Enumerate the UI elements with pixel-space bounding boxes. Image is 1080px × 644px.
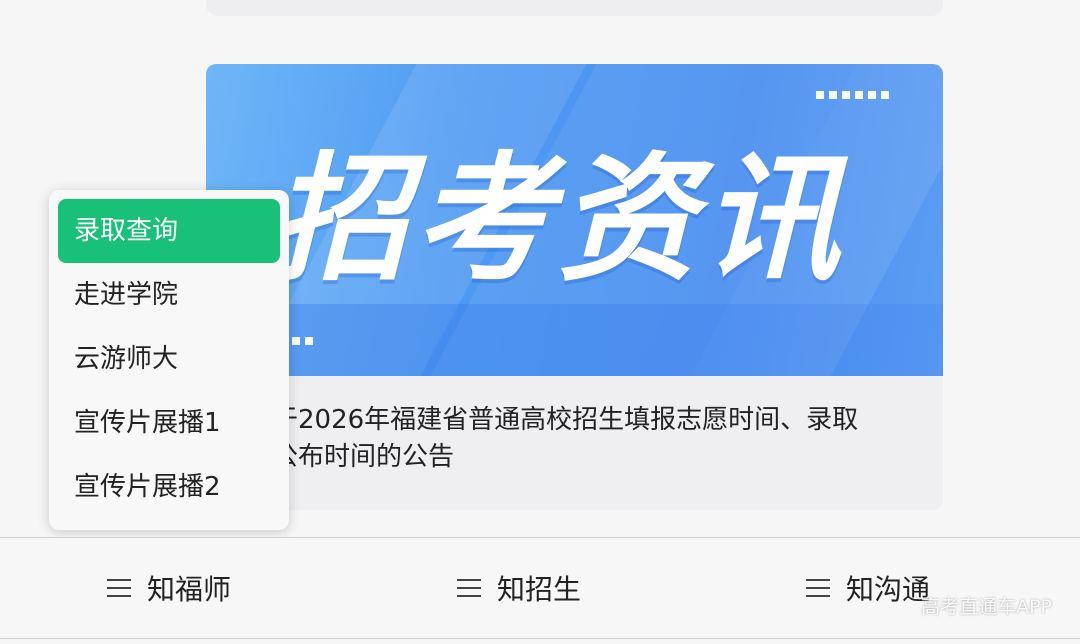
menu-item-virtual-tour[interactable]: 云游师大 [58, 327, 280, 391]
banner-decor-dots [816, 91, 889, 99]
watermark: 高考直通车APP [921, 596, 1052, 618]
nav-button-zhigoutong[interactable]: 知沟通 [806, 566, 930, 610]
nav-label: 知福师 [147, 573, 232, 606]
nav-button-zhifushi[interactable]: 知福师 [107, 566, 231, 610]
menu-item-admission-query[interactable]: 录取查询 [58, 199, 280, 263]
nav-label: 知招生 [497, 573, 582, 606]
menu-item-promo-video-2[interactable]: 宣传片展播2 [58, 455, 280, 519]
banner-decor-stripe [206, 304, 943, 376]
news-title[interactable]: 于2026年福建省普通高校招生填报志愿时间、录取 公布时间的公告 [272, 402, 912, 476]
menu-icon [457, 579, 481, 597]
news-card[interactable]: 招考资讯 于2026年福建省普通高校招生填报志愿时间、录取 公布时间的公告 [206, 64, 943, 510]
nav-label: 知沟通 [846, 573, 931, 606]
menu-item-promo-video-1[interactable]: 宣传片展播1 [58, 391, 280, 455]
bottom-nav-bar: 知福师 知招生 知沟通 [0, 537, 1080, 639]
news-title-line: 于2026年福建省普通高校招生填报志愿时间、录取 [272, 405, 859, 435]
menu-item-visit-college[interactable]: 走进学院 [58, 263, 280, 327]
banner-title: 招考资讯 [270, 139, 847, 300]
news-title-line: 公布时间的公告 [272, 442, 455, 472]
menu-icon [806, 579, 830, 597]
news-banner-image: 招考资讯 [206, 64, 943, 376]
nav-button-zhizhaosheng[interactable]: 知招生 [457, 566, 581, 610]
popup-menu: 录取查询 走进学院 云游师大 宣传片展播1 宣传片展播2 [49, 190, 289, 530]
menu-icon [107, 579, 131, 597]
previous-card[interactable] [206, 0, 943, 16]
